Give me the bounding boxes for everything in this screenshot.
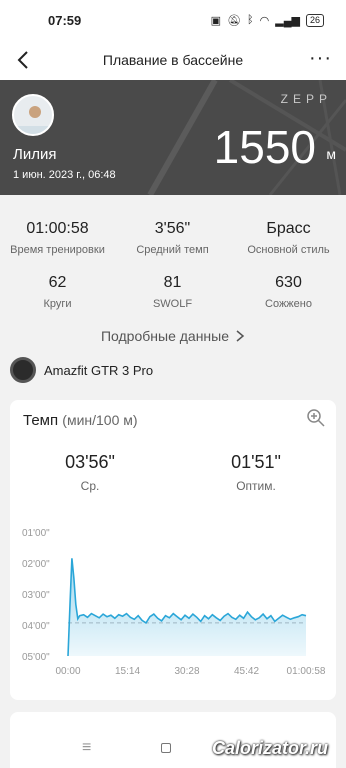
stat-main-style: Брасс Основной стиль	[231, 220, 346, 256]
stat-calories: 630 Сожжено	[231, 274, 346, 310]
nfc-icon: ▣	[210, 14, 222, 27]
distance-unit: м	[326, 146, 336, 162]
stat-value: 630	[275, 274, 302, 291]
y-tick-label: 03'00"	[22, 590, 50, 601]
pace-best-label: Оптим.	[236, 479, 276, 493]
stat-value: 62	[48, 274, 67, 291]
stat-value: 3'56"	[154, 220, 191, 237]
workout-hero: ZEPP Лилия 1 июн. 2023 г., 06:48 1550 м	[0, 80, 346, 195]
pace-unit: (мин/100 м)	[62, 412, 138, 428]
stat-label: Время тренировки	[10, 244, 105, 256]
pace-best-value: 01'51"	[231, 452, 281, 472]
details-link[interactable]: Подробные данные	[0, 328, 346, 344]
pace-average-value: 03'56"	[65, 452, 115, 472]
y-tick-label: 05'00"	[22, 652, 50, 663]
zoom-in-icon[interactable]	[306, 408, 326, 428]
watermark: Calorizator.ru	[211, 738, 328, 758]
x-tick-label: 45:42	[234, 666, 259, 677]
stat-label: SWOLF	[152, 298, 193, 310]
chevron-right-icon	[236, 330, 245, 342]
stat-avg-pace: 3'56" Средний темп	[115, 220, 230, 256]
stat-swolf: 81 SWOLF	[115, 274, 230, 310]
nav-bar: Плавание в бассейне ···	[0, 40, 346, 80]
status-bar: 07:59 ▣ 🔕︎ ᛒ ◠ ▂▄▆ 26	[0, 0, 346, 40]
device-name: Amazfit GTR 3 Pro	[44, 362, 154, 378]
distance-value: 1550	[213, 121, 316, 173]
pace-chart: 01'00" 02'00" 03'00" 04'00" 05'00" 00:00 15:14…	[22, 528, 326, 677]
wifi-icon: ◠	[259, 14, 270, 27]
pace-card-title: Темп (мин/100 м)	[23, 412, 138, 429]
home-icon[interactable]	[161, 743, 172, 753]
watch-icon	[10, 357, 36, 383]
stat-laps: 62 Круги	[0, 274, 115, 310]
pace-card: Темп (мин/100 м) 03'56" Ср. 01'51" Оптим…	[10, 400, 336, 700]
details-link-label: Подробные данные	[100, 328, 230, 344]
stat-label: Сожжено	[265, 298, 312, 310]
stat-value: 01:00:58	[26, 220, 89, 237]
battery-icon: 26	[305, 13, 324, 27]
more-options-icon[interactable]: ···	[309, 48, 332, 68]
stat-duration: 01:00:58 Время тренировки	[0, 220, 115, 256]
status-icons: ▣ 🔕︎ ᛒ ◠ ▂▄▆ 26	[210, 13, 324, 27]
pace-average: 03'56" Ср.	[30, 452, 150, 493]
x-tick-label: 30:28	[174, 666, 199, 677]
stat-label: Основной стиль	[247, 244, 330, 256]
x-tick-label: 15:14	[115, 666, 140, 677]
y-tick-label: 01'00"	[22, 528, 50, 539]
bluetooth-icon: ᛒ	[247, 14, 254, 26]
y-tick-label: 02'00"	[22, 559, 50, 570]
menu-icon[interactable]: ≡	[82, 739, 91, 757]
stat-value: 81	[163, 274, 182, 291]
pace-title: Темп	[23, 412, 59, 429]
back-arrow-icon[interactable]	[12, 48, 36, 72]
avatar[interactable]	[12, 94, 54, 136]
brand-logo: ZEPP	[280, 92, 332, 106]
stat-label: Средний темп	[136, 244, 209, 256]
x-tick-label: 00:00	[55, 666, 80, 677]
x-tick-label: 01:00:58	[287, 666, 326, 677]
mute-icon: 🔕︎	[227, 14, 242, 27]
pace-area	[68, 558, 306, 656]
device-row[interactable]: Amazfit GTR 3 Pro	[10, 357, 153, 383]
pace-average-label: Ср.	[80, 479, 100, 493]
workout-datetime: 1 июн. 2023 г., 06:48	[13, 169, 116, 181]
user-name: Лилия	[13, 146, 57, 163]
pace-best: 01'51" Оптим.	[196, 452, 316, 493]
y-tick-label: 04'00"	[22, 621, 50, 632]
status-time: 07:59	[48, 12, 82, 28]
signal-icon: ▂▄▆	[275, 14, 300, 27]
stat-label: Круги	[43, 298, 72, 310]
stat-value: Брасс	[266, 220, 311, 237]
page-title: Плавание в бассейне	[102, 52, 244, 68]
